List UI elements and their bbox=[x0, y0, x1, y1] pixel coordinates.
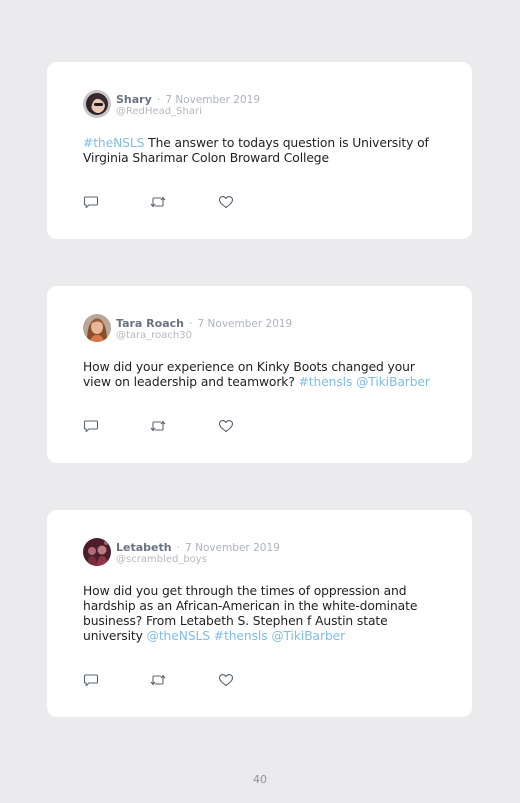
avatar-image bbox=[83, 90, 111, 118]
tweet-date[interactable]: 7 November 2019 bbox=[185, 542, 280, 554]
retweet-icon bbox=[150, 674, 166, 686]
tweet-text: How did your experience on Kinky Boots c… bbox=[83, 360, 438, 390]
avatar-image bbox=[83, 314, 111, 342]
tweet-header: Shary · 7 November 2019 @RedHead_Shari bbox=[116, 92, 260, 118]
reply-icon bbox=[83, 674, 99, 687]
hashtag-link[interactable]: #theNSLS bbox=[83, 136, 144, 150]
reply-icon bbox=[83, 420, 99, 433]
author-handle[interactable]: @tara_roach30 bbox=[116, 330, 292, 342]
page-number: 40 bbox=[253, 773, 267, 786]
reply-button[interactable] bbox=[83, 194, 99, 210]
avatar[interactable] bbox=[83, 538, 111, 566]
tweet-header: Tara Roach · 7 November 2019 @tara_roach… bbox=[116, 316, 292, 342]
hashtag-link[interactable]: #thensls bbox=[299, 375, 353, 389]
avatar[interactable] bbox=[83, 90, 111, 118]
hashtag-link[interactable]: #thensls bbox=[214, 629, 268, 643]
heart-icon bbox=[218, 420, 234, 433]
tweet-actions bbox=[83, 672, 243, 688]
tweet-header: Letabeth · 7 November 2019 @scrambled_bo… bbox=[116, 540, 280, 566]
separator-dot: · bbox=[189, 318, 193, 330]
reply-button[interactable] bbox=[83, 672, 99, 688]
mention-link[interactable]: @theNSLS bbox=[147, 629, 210, 643]
heart-icon bbox=[218, 196, 234, 209]
like-button[interactable] bbox=[218, 418, 234, 434]
author-handle[interactable]: @RedHead_Shari bbox=[116, 106, 260, 118]
retweet-icon bbox=[150, 420, 166, 432]
author-name[interactable]: Tara Roach bbox=[116, 317, 184, 330]
mention-link[interactable]: @TikiBarber bbox=[271, 629, 345, 643]
separator-dot: · bbox=[176, 542, 181, 554]
reply-icon bbox=[83, 196, 99, 209]
retweet-button[interactable] bbox=[150, 418, 166, 434]
author-name[interactable]: Shary bbox=[116, 93, 152, 106]
mention-link[interactable]: @TikiBarber bbox=[356, 375, 430, 389]
retweet-icon bbox=[150, 196, 166, 208]
tweet-date[interactable]: 7 November 2019 bbox=[165, 94, 260, 106]
separator-dot: · bbox=[156, 94, 161, 106]
tweet-text: #theNSLS The answer to todays question i… bbox=[83, 136, 438, 166]
avatar[interactable] bbox=[83, 314, 111, 342]
reply-button[interactable] bbox=[83, 418, 99, 434]
like-button[interactable] bbox=[218, 194, 234, 210]
tweet-actions bbox=[83, 418, 243, 434]
retweet-button[interactable] bbox=[150, 672, 166, 688]
avatar-image bbox=[83, 538, 111, 566]
tweet-date[interactable]: 7 November 2019 bbox=[198, 318, 293, 330]
author-name[interactable]: Letabeth bbox=[116, 541, 172, 554]
author-handle[interactable]: @scrambled_boys bbox=[116, 554, 280, 566]
retweet-button[interactable] bbox=[150, 194, 166, 210]
tweet-text: How did you get through the times of opp… bbox=[83, 584, 438, 644]
tweet-card[interactable]: Tara Roach · 7 November 2019 @tara_roach… bbox=[47, 286, 472, 463]
like-button[interactable] bbox=[218, 672, 234, 688]
tweet-card[interactable]: Letabeth · 7 November 2019 @scrambled_bo… bbox=[47, 510, 472, 717]
tweet-card[interactable]: Shary · 7 November 2019 @RedHead_Shari #… bbox=[47, 62, 472, 239]
tweet-actions bbox=[83, 194, 243, 210]
heart-icon bbox=[218, 674, 234, 687]
